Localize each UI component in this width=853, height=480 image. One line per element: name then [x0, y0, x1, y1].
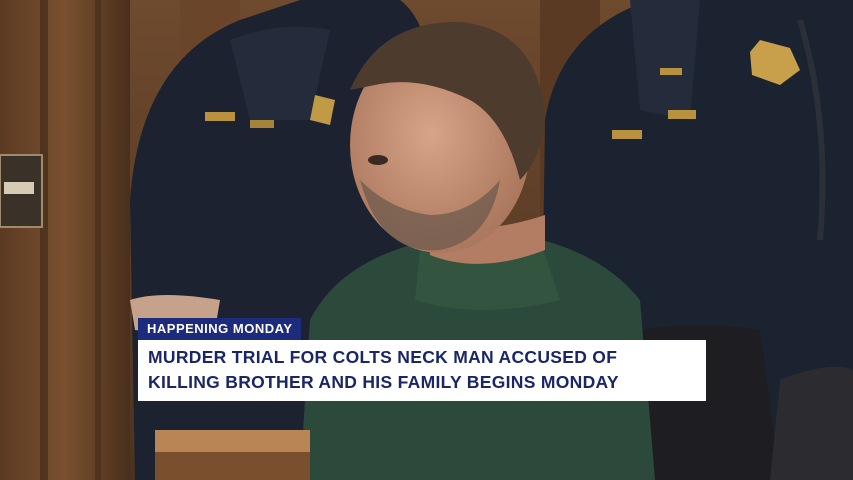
wall-plaque	[0, 154, 43, 228]
headline-line-1: MURDER TRIAL FOR COLTS NECK MAN ACCUSED …	[148, 347, 618, 367]
headline-banner: MURDER TRIAL FOR COLTS NECK MAN ACCUSED …	[138, 340, 706, 401]
happening-monday-tag: HAPPENING MONDAY	[138, 318, 302, 340]
headline-line-2: KILLING BROTHER AND HIS FAMILY BEGINS MO…	[148, 372, 619, 392]
courtroom-bench	[155, 430, 310, 480]
courtroom-photo	[0, 0, 853, 480]
